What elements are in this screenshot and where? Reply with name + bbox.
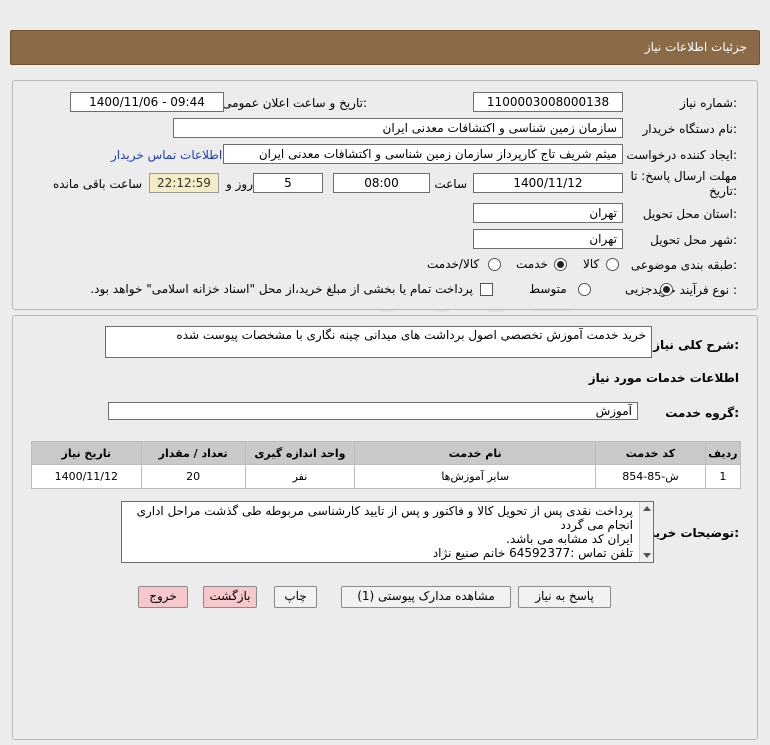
summary-field: خرید خدمت آموزش تخصصی اصول برداشت های می… — [105, 326, 652, 358]
city-field: تهران — [473, 229, 623, 249]
services-table: ردیف کد خدمت نام خدمت واحد اندازه گیری ت… — [31, 441, 742, 489]
services-section-title: اطلاعات خدمات مورد نیاز — [588, 371, 739, 385]
buyer-notes-line: ایران کد مشابه می باشد. — [506, 532, 633, 546]
buyer-notes-field[interactable]: پرداخت نقدی پس از تحویل کالا و فاکتور و … — [121, 501, 654, 563]
exit-button[interactable]: خروج — [138, 586, 188, 608]
reply-button[interactable]: پاسخ به نیاز — [518, 586, 611, 608]
need-number-field: 1100003008000138 — [473, 92, 623, 112]
buyer-org-label: نام دستگاه خریدار: — [642, 122, 738, 136]
print-button[interactable]: چاپ — [274, 586, 317, 608]
deadline-date-field: 1400/11/12 — [473, 173, 623, 193]
col-name-header: نام خدمت — [354, 441, 597, 465]
service-group-label: گروه خدمت: — [665, 406, 739, 420]
deadline-time-label: ساعت — [434, 177, 467, 191]
scroll-down-arrow-icon[interactable] — [643, 553, 651, 558]
service-group-field: آموزش — [108, 402, 638, 420]
announce-field: 1400/11/06 - 09:44 — [70, 92, 224, 112]
treasury-checkbox[interactable] — [480, 283, 493, 296]
category-radio-goods-service[interactable] — [488, 258, 501, 271]
summary-label: شرح کلی نیاز: — [653, 338, 739, 352]
col-qty-header: تعداد / مقدار — [140, 441, 246, 465]
cell-date: 1400/11/12 — [31, 464, 142, 489]
table-row: 1 ش-85-854 سایر آموزش‌ها نفر 20 1400/11/… — [31, 464, 742, 489]
province-field: تهران — [473, 203, 623, 223]
process-radio-minor[interactable] — [660, 283, 673, 296]
announce-label: تاریخ و ساعت اعلان عمومی: — [222, 96, 367, 110]
page-header: جزئیات اطلاعات نیاز — [10, 30, 760, 65]
category-label: طبقه بندی موضوعی: — [630, 258, 737, 272]
buyer-org-field: سازمان زمین شناسی و اکتشافات معدنی ایران — [173, 118, 623, 138]
remaining-time-label: ساعت باقی مانده — [53, 177, 143, 191]
back-button[interactable]: بازگشت — [203, 586, 257, 608]
creator-label: ایجاد کننده درخواست: — [626, 148, 737, 162]
buyer-notes-line: تلفن تماس :64592377 خانم صنیع نژاد — [432, 546, 633, 560]
need-detail-panel: شرح کلی نیاز: خرید خدمت آموزش تخصصی اصول… — [12, 315, 758, 740]
process-minor-label: جزیی — [625, 282, 653, 296]
treasury-note: پرداخت تمام یا بخشی از مبلغ خرید،از محل … — [90, 282, 473, 296]
contact-info-link[interactable]: اطلاعات تماس خریدار — [111, 148, 222, 162]
cell-row: 1 — [704, 464, 742, 489]
col-unit-header: واحد اندازه گیری — [244, 441, 356, 465]
deadline-label: مهلت ارسال پاسخ: تا — [630, 169, 737, 183]
days-label: روز و — [226, 177, 253, 191]
buyer-notes-scrollbar[interactable] — [639, 502, 653, 562]
buyer-notes-line: پرداخت نقدی پس از تحویل کالا و فاکتور و … — [136, 504, 633, 532]
category-goods-service-label: کالا/خدمت — [427, 257, 480, 271]
cell-code: ش-85-854 — [595, 464, 706, 489]
province-label: استان محل تحویل: — [642, 207, 737, 221]
page-title: جزئیات اطلاعات نیاز — [644, 40, 747, 54]
process-radio-medium[interactable] — [578, 283, 591, 296]
remaining-time-badge: 22:12:59 — [149, 173, 219, 193]
col-row-header: ردیف — [704, 441, 742, 465]
category-goods-label: کالا — [583, 257, 600, 271]
cell-qty: 20 — [140, 464, 246, 489]
creator-field: میثم شریف تاج کارپرداز سازمان زمین شناسی… — [223, 144, 623, 164]
city-label: شهر محل تحویل: — [650, 233, 737, 247]
category-radio-service[interactable] — [554, 258, 567, 271]
cell-unit: نفر — [244, 464, 356, 489]
days-field: 5 — [253, 173, 323, 193]
category-service-label: خدمت — [516, 257, 548, 271]
need-number-label: شماره نیاز: — [679, 96, 737, 110]
col-date-header: تاریخ نیاز — [31, 441, 142, 465]
need-info-panel: شماره نیاز: 1100003008000138 تاریخ و ساع… — [12, 80, 758, 310]
cell-name: سایر آموزش‌ها — [354, 464, 597, 489]
attachments-button[interactable]: مشاهده مدارک پیوستی (1) — [341, 586, 511, 608]
category-radio-goods[interactable] — [606, 258, 619, 271]
scroll-up-arrow-icon[interactable] — [643, 506, 651, 511]
deadline-label-date: تاریخ: — [709, 184, 737, 198]
deadline-time-field: 08:00 — [333, 173, 430, 193]
process-medium-label: متوسط — [529, 282, 567, 296]
col-code-header: کد خدمت — [595, 441, 706, 465]
table-header-row: ردیف کد خدمت نام خدمت واحد اندازه گیری ت… — [31, 441, 742, 465]
